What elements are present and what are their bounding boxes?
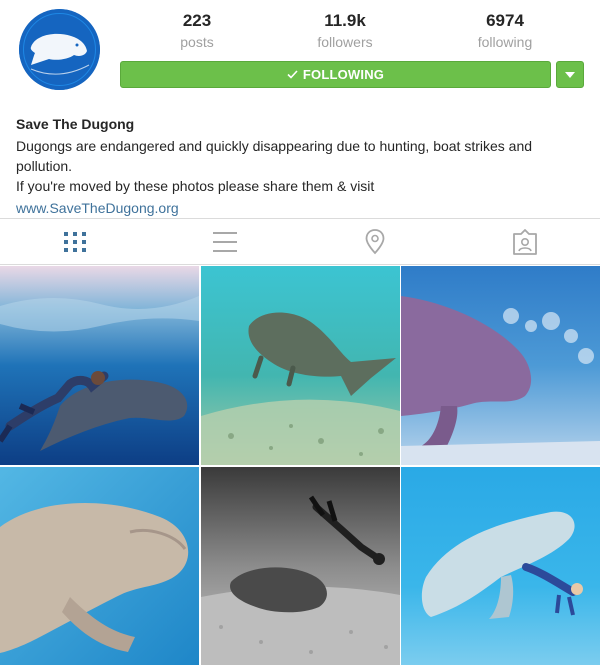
bio-line-2: If you're moved by these photos please s…: [16, 178, 375, 194]
photo-dugong-closeup: [401, 266, 600, 465]
photo-tile[interactable]: [401, 467, 600, 665]
photo-tile[interactable]: [401, 266, 600, 465]
bio-line-1: Dugongs are endangered and quickly disap…: [16, 138, 533, 174]
photo-tile[interactable]: [0, 266, 199, 465]
following-button-label: FOLLOWING: [302, 67, 385, 82]
tab-location[interactable]: [300, 219, 450, 265]
photo-dugong-snorkeler: [401, 467, 600, 665]
location-pin-icon: [365, 229, 385, 255]
following-button[interactable]: FOLLOWING: [120, 61, 551, 88]
list-icon: [213, 232, 237, 252]
profile-header: 223 posts 11.9k followers 6974 following…: [0, 0, 600, 218]
followers-stat[interactable]: 11.9k followers: [270, 10, 420, 52]
profile-name: Save The Dugong: [16, 116, 135, 132]
photo-tile[interactable]: [201, 266, 400, 465]
caret-down-icon: [565, 71, 575, 78]
profile-stats: 223 posts 11.9k followers 6974 following: [120, 10, 584, 56]
tab-tagged[interactable]: [450, 219, 600, 265]
posts-count: 223: [182, 11, 212, 30]
tab-grid[interactable]: [0, 219, 150, 265]
profile-bio: Save The Dugong Dugongs are endangered a…: [16, 114, 591, 218]
photo-tile[interactable]: [0, 467, 199, 665]
posts-label: posts: [180, 34, 214, 50]
website-link[interactable]: www.SaveTheDugong.org: [16, 198, 591, 218]
check-icon: [287, 67, 298, 82]
profile-avatar[interactable]: [19, 9, 100, 90]
grid-icon: [64, 232, 86, 252]
photo-diver-dugong: [0, 266, 199, 465]
photo-bw-diver-dugong: [201, 467, 400, 665]
photo-grid: [0, 266, 600, 665]
follow-options-dropdown[interactable]: [556, 61, 584, 88]
profile-view-tabs: [0, 218, 600, 265]
photo-dugong-seagrass: [201, 266, 400, 465]
following-count: 6974: [486, 11, 524, 30]
tab-list[interactable]: [150, 219, 300, 265]
followers-label: followers: [317, 34, 373, 50]
dugong-logo-avatar: [19, 9, 100, 90]
photo-dugong-face: [0, 467, 199, 665]
following-stat[interactable]: 6974 following: [430, 10, 580, 52]
following-label: following: [477, 34, 533, 50]
tagged-user-icon: [513, 229, 537, 255]
photo-tile[interactable]: [201, 467, 400, 665]
followers-count: 11.9k: [324, 11, 366, 30]
posts-stat[interactable]: 223 posts: [122, 10, 272, 52]
bio-text: Dugongs are endangered and quickly disap…: [16, 136, 591, 196]
